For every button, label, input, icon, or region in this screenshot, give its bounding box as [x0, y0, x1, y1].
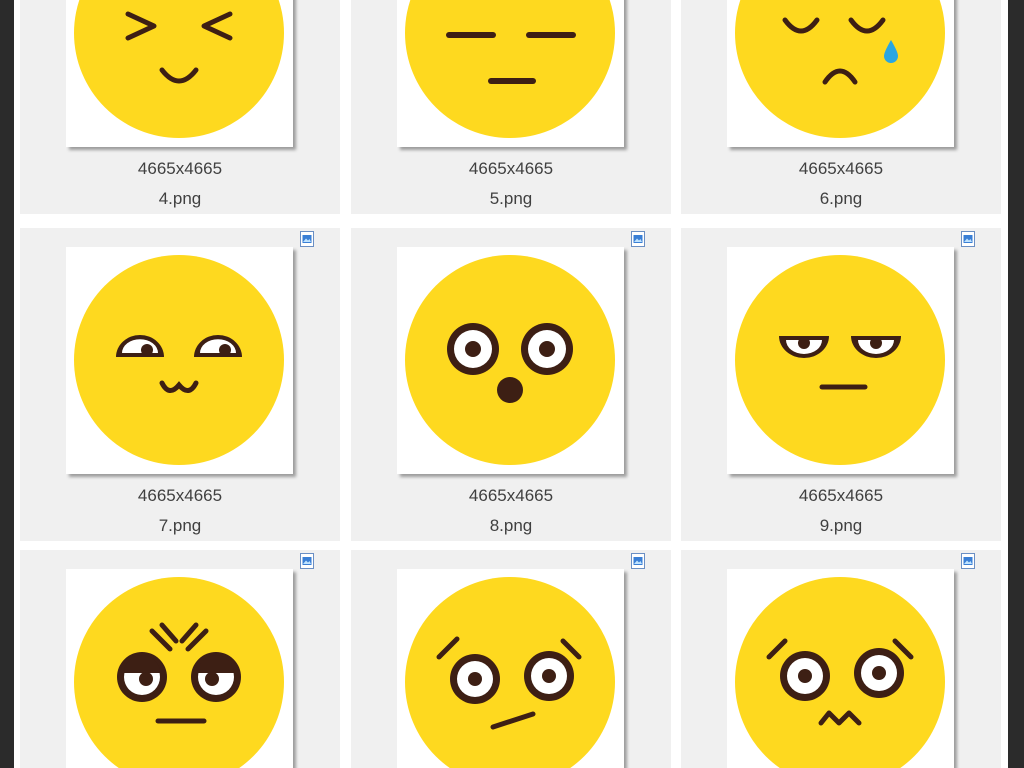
file-name: 9.png [819, 516, 863, 535]
surprised-emoji-icon [405, 255, 615, 465]
image-file-icon [300, 553, 314, 569]
thumbnail [727, 247, 954, 474]
bored-emoji-icon [735, 255, 945, 465]
file-name: 7.png [158, 516, 202, 535]
file-browser-pane: 4665x4665 4.png 4665x4665 5.png 4665x466… [14, 0, 1008, 768]
squint-smile-emoji-icon [74, 0, 284, 138]
thumbnail [66, 569, 293, 768]
thumbnail [66, 247, 293, 474]
file-name: 5.png [489, 189, 533, 208]
cat-smile-emoji-icon [74, 255, 284, 465]
file-tile-7[interactable]: 4665x4665 7.png [20, 228, 340, 541]
thumbnail [727, 569, 954, 768]
file-name: 6.png [819, 189, 863, 208]
thumbnail [397, 247, 624, 474]
unamused-emoji-icon [405, 0, 615, 138]
image-file-icon [300, 231, 314, 247]
file-tile-5[interactable]: 4665x4665 5.png [351, 0, 671, 214]
thumbnail [66, 0, 293, 147]
image-dimensions: 4665x4665 [468, 159, 554, 178]
image-file-icon [961, 553, 975, 569]
sad-tear-emoji-icon [735, 0, 945, 138]
image-file-icon [961, 231, 975, 247]
file-tile-8[interactable]: 4665x4665 8.png [351, 228, 671, 541]
file-tile-6[interactable]: 4665x4665 6.png [681, 0, 1001, 214]
file-tile-12[interactable] [681, 550, 1001, 768]
image-dimensions: 4665x4665 [798, 486, 884, 505]
file-tile-9[interactable]: 4665x4665 9.png [681, 228, 1001, 541]
thumbnail [397, 569, 624, 768]
thumbnail [727, 0, 954, 147]
file-tile-4[interactable]: 4665x4665 4.png [20, 0, 340, 214]
image-file-icon [631, 553, 645, 569]
thumbnail [397, 0, 624, 147]
file-tile-10[interactable] [20, 550, 340, 768]
image-dimensions: 4665x4665 [137, 159, 223, 178]
image-file-icon [631, 231, 645, 247]
confused-emoji-icon [405, 577, 615, 768]
image-dimensions: 4665x4665 [798, 159, 884, 178]
image-dimensions: 4665x4665 [137, 486, 223, 505]
file-name: 4.png [158, 189, 202, 208]
file-tile-11[interactable] [351, 550, 671, 768]
worried-emoji-icon [735, 577, 945, 768]
angry-sleepy-emoji-icon [74, 577, 284, 768]
file-name: 8.png [489, 516, 533, 535]
image-dimensions: 4665x4665 [468, 486, 554, 505]
